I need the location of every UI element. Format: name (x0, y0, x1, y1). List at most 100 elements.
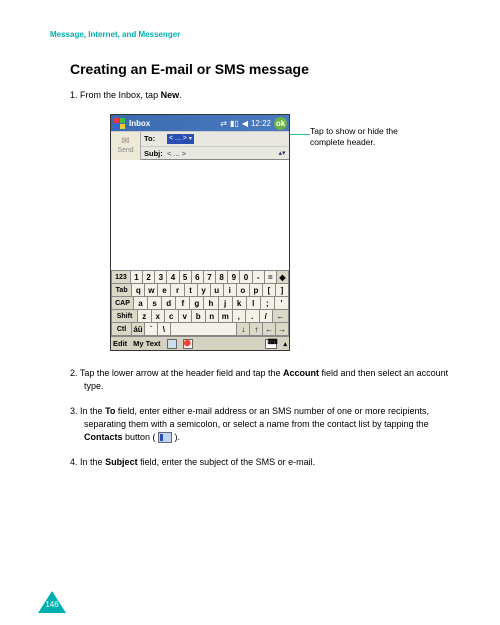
ok-button[interactable]: ok (274, 117, 287, 130)
connectivity-icon[interactable]: ⇄ (220, 119, 227, 128)
chevron-down-icon: ▾ (189, 135, 192, 142)
step-text: . (179, 90, 182, 100)
key[interactable]: 0 (240, 271, 252, 284)
key[interactable]: ' (275, 297, 289, 310)
key[interactable]: t (185, 284, 198, 297)
key[interactable]: p (250, 284, 263, 297)
device-screenshot: Inbox ⇄ ▮▯ ◀ 12:22 ok ✉ Send (110, 114, 290, 351)
step-text: button ( (123, 432, 159, 442)
to-label: To: (141, 134, 167, 143)
key[interactable]: 4 (167, 271, 179, 284)
key-caps[interactable]: CAP (111, 297, 134, 310)
sip-toggle-icon[interactable] (265, 339, 277, 349)
key-shift[interactable]: Shift (111, 310, 138, 323)
key[interactable]: a (134, 297, 148, 310)
key[interactable]: 1 (131, 271, 143, 284)
key[interactable]: x (152, 310, 166, 323)
step-4: 4. In the Subject field, enter the subje… (70, 456, 450, 469)
key[interactable]: - (253, 271, 265, 284)
key[interactable]: 9 (228, 271, 240, 284)
key[interactable]: k (233, 297, 247, 310)
key[interactable]: j (219, 297, 233, 310)
key[interactable]: r (171, 284, 184, 297)
key[interactable]: 6 (192, 271, 204, 284)
menu-edit[interactable]: Edit (113, 339, 127, 348)
step-text: ). (172, 432, 180, 442)
key[interactable]: s (148, 297, 162, 310)
step-num: 3. (70, 406, 78, 416)
key[interactable]: m (219, 310, 233, 323)
key-ctl[interactable]: Ctl (111, 323, 132, 336)
key[interactable]: f (176, 297, 190, 310)
key[interactable]: ; (261, 297, 275, 310)
key[interactable]: 7 (204, 271, 216, 284)
callout: Tap to show or hide the complete header. (310, 114, 430, 148)
key[interactable]: d (162, 297, 176, 310)
key[interactable]: b (192, 310, 206, 323)
key-enter[interactable]: ← (273, 310, 289, 323)
key[interactable]: z (138, 310, 152, 323)
key[interactable]: q (132, 284, 145, 297)
callout-text: Tap to show or hide the complete header. (310, 114, 430, 148)
key[interactable]: 8 (216, 271, 228, 284)
attach-icon[interactable]: 🔴 (183, 339, 193, 349)
key-right[interactable]: → (276, 323, 289, 336)
key-tab[interactable]: Tab (111, 284, 132, 297)
kbd-row-3: CAP a s d f g h j k l ; ' (111, 297, 289, 310)
key[interactable]: g (190, 297, 204, 310)
key[interactable]: i (224, 284, 237, 297)
compose-body[interactable] (111, 160, 289, 270)
key-123[interactable]: 123 (111, 271, 131, 284)
key-up[interactable]: ↑ (250, 323, 263, 336)
key[interactable]: , (233, 310, 247, 323)
header-collapse-arrow[interactable]: ▴▾ (277, 149, 289, 157)
step-3: 3. In the To field, enter either e-mail … (70, 405, 450, 444)
kbd-row-1: 123 1 2 3 4 5 6 7 8 9 0 - = ◆ (111, 271, 289, 284)
page-title: Creating an E-mail or SMS message (70, 61, 450, 77)
key[interactable]: y (198, 284, 211, 297)
key[interactable]: / (260, 310, 274, 323)
signal-icon: ▮▯ (230, 119, 239, 128)
key[interactable]: ` (145, 323, 158, 336)
key[interactable]: 5 (180, 271, 192, 284)
section-header: Message, Internet, and Messenger (50, 30, 450, 39)
key[interactable]: = (265, 271, 277, 284)
contacts-icon[interactable] (167, 339, 177, 349)
send-button[interactable]: ✉ Send (111, 132, 141, 160)
key-left[interactable]: ← (263, 323, 276, 336)
key[interactable]: e (158, 284, 171, 297)
key-accent[interactable]: áü (132, 323, 145, 336)
onscreen-keyboard[interactable]: 123 1 2 3 4 5 6 7 8 9 0 - = ◆ Tab (111, 270, 289, 336)
to-field-chip[interactable]: < ... > ▾ (167, 134, 194, 144)
kbd-row-4: Shift z x c v b n m , . / ← (111, 310, 289, 323)
speaker-icon[interactable]: ◀ (242, 119, 248, 128)
key[interactable]: . (246, 310, 260, 323)
key[interactable]: c (165, 310, 179, 323)
subject-field[interactable]: < ... > (167, 149, 186, 158)
key-space[interactable] (171, 323, 238, 336)
key[interactable]: [ (263, 284, 276, 297)
start-icon[interactable] (113, 117, 125, 129)
step-num: 4. (70, 457, 78, 467)
kbd-row-5: Ctl áü ` \ ↓ ↑ ← → (111, 323, 289, 336)
key[interactable]: 3 (155, 271, 167, 284)
key[interactable]: u (211, 284, 224, 297)
key-down[interactable]: ↓ (237, 323, 250, 336)
sip-arrow-icon[interactable]: ▴ (283, 340, 287, 348)
step-1: 1. From the Inbox, tap New. (70, 89, 450, 102)
key-backspace[interactable]: ◆ (277, 271, 289, 284)
step-num: 1. (70, 90, 78, 100)
key[interactable]: h (204, 297, 218, 310)
key[interactable]: w (145, 284, 158, 297)
key[interactable]: l (247, 297, 261, 310)
key[interactable]: 2 (143, 271, 155, 284)
menu-mytext[interactable]: My Text (133, 339, 160, 348)
key[interactable]: o (237, 284, 250, 297)
key[interactable]: ] (276, 284, 289, 297)
step-2: 2. Tap the lower arrow at the header fie… (70, 367, 450, 393)
key[interactable]: v (179, 310, 193, 323)
key[interactable]: \ (158, 323, 171, 336)
to-chip-text: < ... > (169, 135, 187, 142)
step-text: In the (80, 457, 105, 467)
key[interactable]: n (206, 310, 220, 323)
